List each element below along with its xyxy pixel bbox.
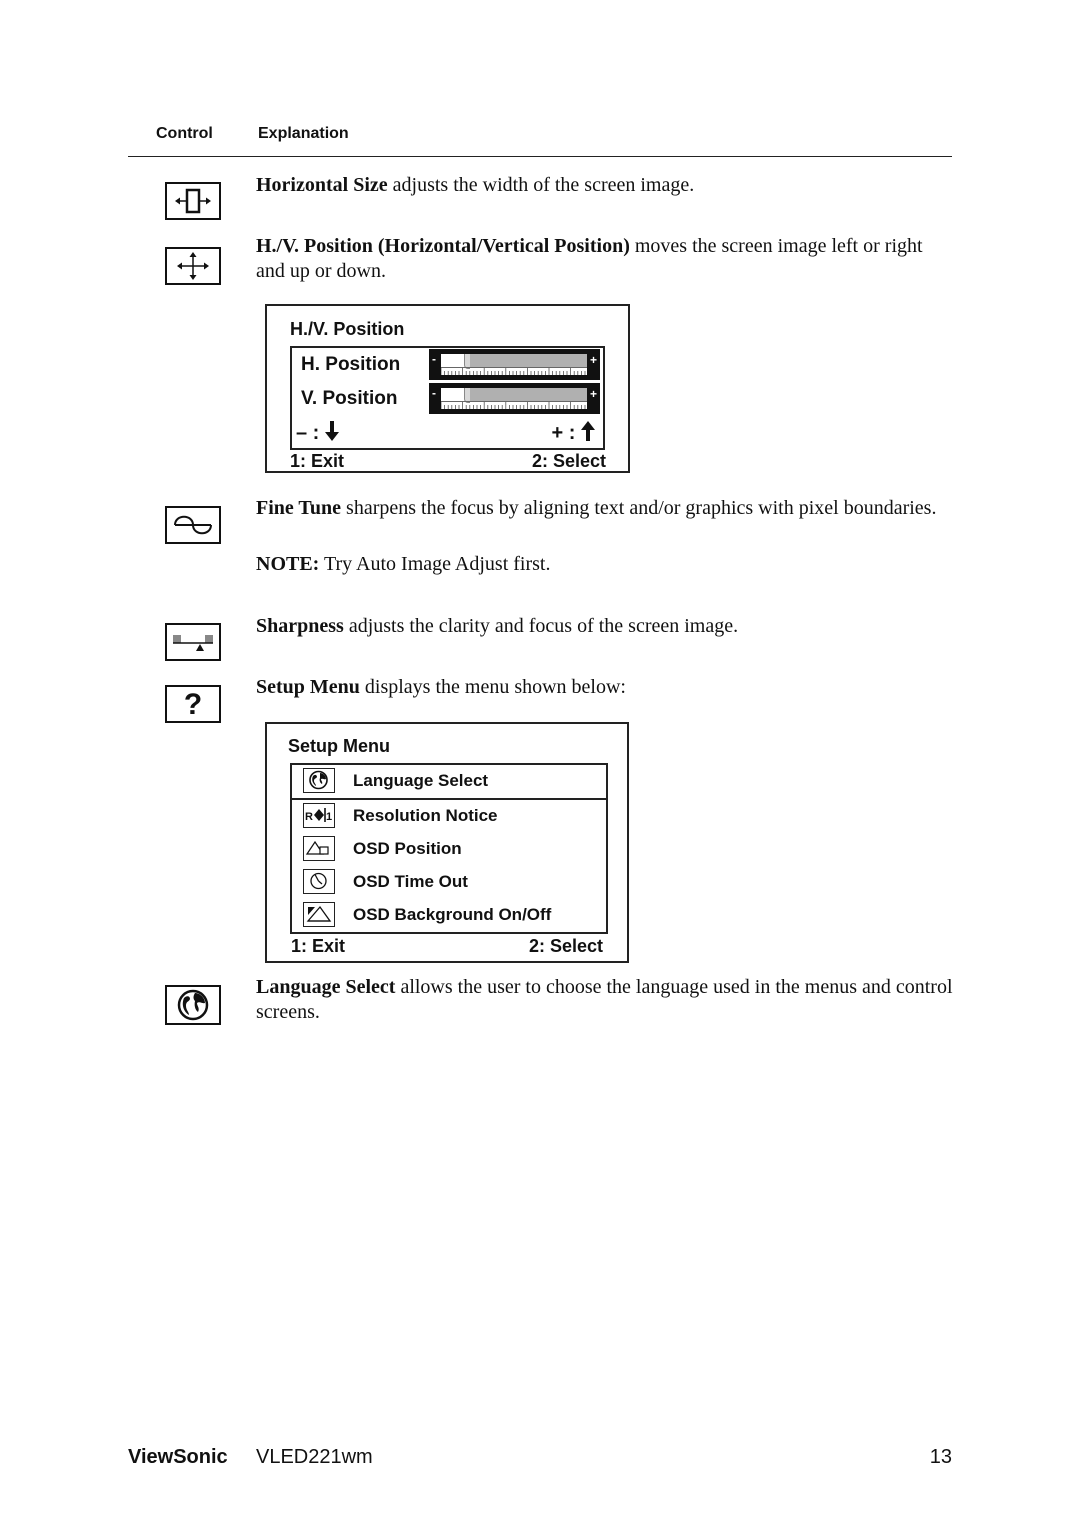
osd-select-label: 2: Select xyxy=(531,451,606,471)
osd-menu-list: Language Select R1 Resolution Notice OSD… xyxy=(290,763,608,934)
menu-item-osd-background: OSD Background On/Off xyxy=(292,899,606,932)
note-text: Try Auto Image Adjust first. xyxy=(319,553,551,575)
column-header-explanation: Explanation xyxy=(258,125,349,142)
setup-menu-osd-screenshot: Setup Menu Language Select R1 Resolution… xyxy=(265,722,629,963)
language-globe-icon xyxy=(165,985,221,1025)
entry-term: Setup Menu xyxy=(256,676,360,698)
menu-item-osd-position: OSD Position xyxy=(292,833,606,866)
osd-title: Setup Menu xyxy=(288,736,390,756)
menu-item-label: OSD Background On/Off xyxy=(353,905,552,924)
hv-position-icon xyxy=(165,247,221,285)
slider-left-fill xyxy=(441,388,464,402)
entry-sharpness: Sharpness adjusts the clarity and focus … xyxy=(256,614,956,639)
slider-ticks xyxy=(441,401,587,409)
entry-term: Fine Tune xyxy=(256,497,342,519)
slider-track xyxy=(441,388,587,409)
svg-text:1: 1 xyxy=(326,811,332,823)
setup-menu-icon: ? xyxy=(165,685,221,723)
plus-hint: + : xyxy=(552,420,595,445)
slider-right-fill xyxy=(469,354,587,368)
osd-title: H./V. Position xyxy=(290,319,405,339)
plus-sign: + xyxy=(589,353,597,367)
fine-tune-icon xyxy=(165,506,221,544)
plus-hint-label: + : xyxy=(551,422,576,444)
hv-position-osd-screenshot: H./V. Position H. Position - + V. Positi… xyxy=(265,304,630,473)
question-mark-glyph: ? xyxy=(183,688,203,721)
osd-background-icon xyxy=(303,902,335,927)
page-number: 13 xyxy=(929,1446,952,1468)
osd-row-label: H. Position xyxy=(301,354,401,375)
arrow-up-icon xyxy=(581,421,595,441)
osd-timeout-icon xyxy=(303,869,335,894)
entry-description: adjusts the clarity and focus of the scr… xyxy=(343,615,739,637)
entry-fine-tune: Fine Tune sharpens the focus by aligning… xyxy=(256,496,956,521)
menu-item-osd-time-out: OSD Time Out xyxy=(292,866,606,899)
minus-hint-label: – : xyxy=(296,422,320,444)
minus-sign: - xyxy=(432,386,436,400)
entry-term: H./V. Position (Horizontal/Vertical Posi… xyxy=(256,235,630,257)
entry-term: Horizontal Size xyxy=(256,174,388,196)
osd-exit-label: 1: Exit xyxy=(290,451,345,471)
entry-term: Sharpness xyxy=(256,615,344,637)
sharpness-icon xyxy=(165,623,221,661)
osd-select-label: 2: Select xyxy=(528,936,603,956)
svg-text:R: R xyxy=(305,811,313,823)
slider-ticks xyxy=(441,367,587,375)
fine-tune-note: NOTE: Try Auto Image Adjust first. xyxy=(256,552,956,577)
entry-description: sharpens the focus by aligning text and/… xyxy=(341,497,937,519)
menu-item-language-select: Language Select xyxy=(292,765,606,800)
resolution-notice-icon: R1 xyxy=(303,803,335,828)
column-header-control: Control xyxy=(156,125,213,142)
arrow-down-icon xyxy=(324,421,339,441)
horizontal-size-icon xyxy=(165,182,221,220)
entry-description: displays the menu shown below: xyxy=(359,676,626,698)
osd-panel: H. Position - + V. Position - + – : +: xyxy=(290,346,605,450)
menu-item-label: OSD Position xyxy=(353,839,462,858)
v-position-slider: - + xyxy=(429,383,600,414)
menu-item-resolution-notice: R1 Resolution Notice xyxy=(292,800,606,833)
osd-row-label: V. Position xyxy=(301,388,398,409)
slider-right-fill xyxy=(469,388,587,402)
menu-item-label: OSD Time Out xyxy=(353,872,468,891)
plus-sign: + xyxy=(589,387,597,401)
footer-model: VLED221wm xyxy=(256,1446,373,1468)
entry-hv-position: H./V. Position (Horizontal/Vertical Posi… xyxy=(256,234,956,284)
osd-position-icon xyxy=(303,836,335,861)
entry-description: adjusts the width of the screen image. xyxy=(387,174,695,196)
entry-language-select: Language Select allows the user to choos… xyxy=(256,975,956,1025)
slider-left-fill xyxy=(441,354,464,368)
menu-item-label: Language Select xyxy=(353,771,489,790)
osd-exit-label: 1: Exit xyxy=(291,936,346,956)
slider-track xyxy=(441,354,587,375)
h-position-slider: - + xyxy=(429,349,600,380)
entry-horizontal-size: Horizontal Size adjusts the width of the… xyxy=(256,173,956,198)
footer-brand: ViewSonic xyxy=(128,1446,228,1468)
minus-sign: - xyxy=(432,352,436,366)
menu-item-label: Resolution Notice xyxy=(353,806,498,825)
entry-term: Language Select xyxy=(256,976,396,998)
note-label: NOTE: xyxy=(256,553,320,575)
entry-setup-menu: Setup Menu displays the menu shown below… xyxy=(256,675,956,700)
globe-icon xyxy=(303,768,335,793)
header-divider xyxy=(128,156,952,157)
minus-hint: – : xyxy=(296,420,339,445)
